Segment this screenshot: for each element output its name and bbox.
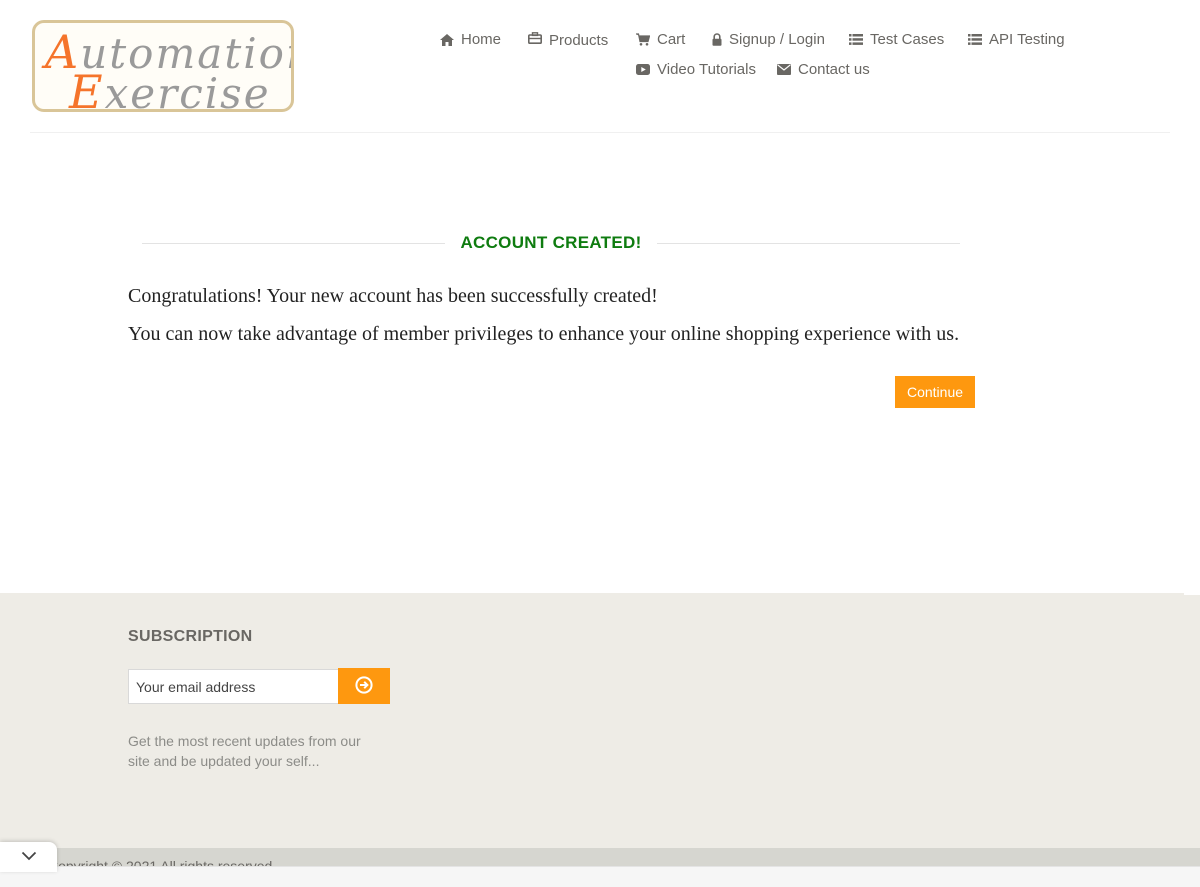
title-line-left xyxy=(142,242,446,244)
subscription-title: SUBSCRIPTION xyxy=(128,628,253,645)
shopping-cart-icon xyxy=(636,33,650,46)
nav-api-testing[interactable]: API Testing xyxy=(968,31,1065,48)
nav-products[interactable]: Products xyxy=(528,31,609,49)
nav-video-tutorials-label: Video Tutorials xyxy=(657,61,756,78)
list-icon xyxy=(849,34,863,45)
footer-edge xyxy=(1184,593,1200,595)
lock-icon xyxy=(712,33,722,46)
nav-products-label: Products xyxy=(549,32,609,49)
nav-test-cases[interactable]: Test Cases xyxy=(849,31,944,48)
subscribe-button[interactable] xyxy=(338,668,390,704)
header-divider xyxy=(30,132,1170,133)
site-logo[interactable]: Automation Exercise xyxy=(32,20,294,112)
subscription-description: Get the most recent updates from our sit… xyxy=(128,733,361,769)
account-created-heading: ACCOUNT CREATED! xyxy=(142,230,960,256)
privileges-message: You can now take advantage of member pri… xyxy=(128,323,960,345)
collapse-toggle[interactable] xyxy=(0,842,57,872)
subscription-email-input[interactable] xyxy=(128,669,339,704)
chevron-down-icon xyxy=(21,848,37,866)
list-icon xyxy=(968,34,982,45)
nav-home[interactable]: Home xyxy=(440,31,501,48)
success-message: Congratulations! Your new account has be… xyxy=(128,285,658,307)
nav-signup-login[interactable]: Signup / Login xyxy=(712,31,825,48)
site-header: Automation Exercise Home Products Cart S… xyxy=(0,0,1200,133)
nav-api-testing-label: API Testing xyxy=(989,31,1065,48)
bottom-overlay-strip xyxy=(0,866,1200,887)
title-line-right xyxy=(656,242,960,244)
youtube-play-icon xyxy=(636,64,650,75)
continue-button[interactable]: Continue xyxy=(895,376,975,408)
arrow-circle-right-icon xyxy=(355,675,373,697)
logo-line-2: Exercise xyxy=(69,65,271,112)
briefcase-icon xyxy=(528,31,542,44)
nav-signup-login-label: Signup / Login xyxy=(729,31,825,48)
nav-cart[interactable]: Cart xyxy=(636,31,685,48)
nav-test-cases-label: Test Cases xyxy=(870,31,945,48)
nav-contact-us-label: Contact us xyxy=(798,61,870,78)
nav-contact-us[interactable]: Contact us xyxy=(777,61,870,78)
page-title: ACCOUNT CREATED! xyxy=(460,233,642,252)
envelope-icon xyxy=(777,64,791,75)
nav-home-label: Home xyxy=(461,31,502,48)
home-icon xyxy=(440,33,454,46)
nav-video-tutorials[interactable]: Video Tutorials xyxy=(636,61,756,78)
nav-cart-label: Cart xyxy=(657,31,686,48)
